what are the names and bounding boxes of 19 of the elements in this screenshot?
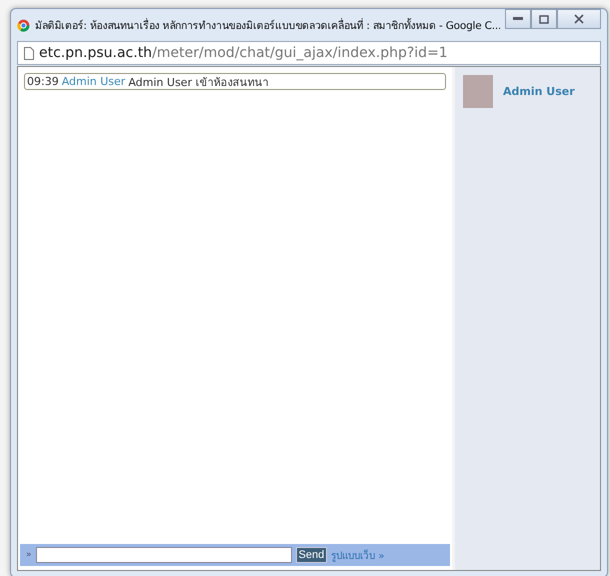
send-button[interactable]: Send [296,547,328,563]
minimize-icon [513,17,523,21]
page-icon [24,46,34,60]
maximize-icon [539,14,549,24]
minimize-button[interactable] [505,9,531,29]
bar-marker: » [26,550,32,560]
browser-logo-icon [17,18,30,32]
maximize-button[interactable] [531,9,557,29]
avatar-placeholder [463,75,493,108]
message-input[interactable] [36,547,292,563]
close-icon [574,14,584,24]
user-name-link[interactable]: Admin User [503,85,575,98]
web-format-link[interactable]: รูปแบบเว็บ » [331,548,385,562]
user-link[interactable]: Admin User [62,75,126,88]
close-button[interactable] [557,9,601,29]
address-bar[interactable]: etc.pn.psu.ac.th/meter/mod/chat/gui_ajax/index.php?id=1 [17,41,601,65]
url-text: etc.pn.psu.ac.th/meter/mod/chat/gui_ajax/index.php?id=1 [39,45,448,61]
chat-message: 09:39 Admin User Admin User เข้าห้องสนทนา [24,73,446,90]
window-title: มัลติมิเตอร์: ห้องสนทนาเรื่อง หลักการทำงานของมิเตอร์แบบขดลวดเคลื่อนที่ : สมาชิกทั้งหมด - Google C... [35,17,500,34]
